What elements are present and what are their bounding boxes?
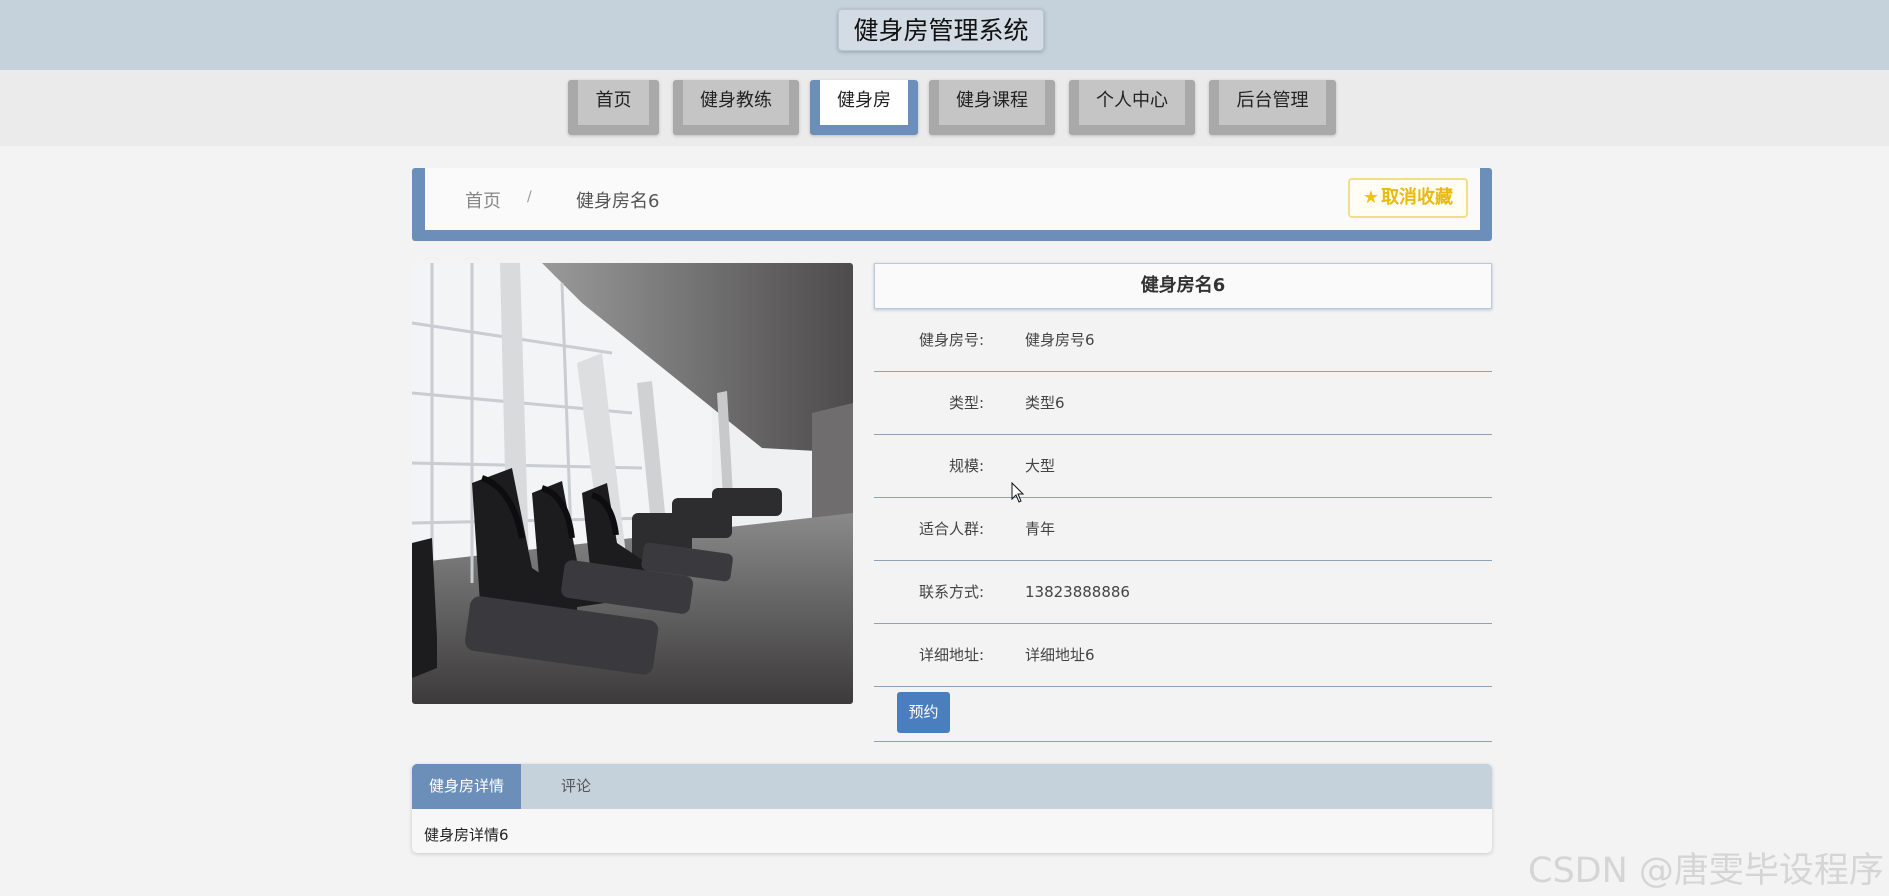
gym-name-heading: 健身房名6 [874, 263, 1492, 309]
field-value: 详细地址6 [1025, 646, 1095, 664]
nav-item-home[interactable]: 首页 [568, 80, 659, 135]
field-label: 详细地址: [918, 646, 984, 664]
nav-item-label: 健身教练 [683, 80, 789, 125]
mouse-cursor-icon [1011, 482, 1025, 503]
nav-item-label: 个人中心 [1079, 80, 1185, 125]
field-value: 类型6 [1025, 394, 1065, 412]
breadcrumb-separator: / [527, 189, 532, 205]
field-value: 青年 [1025, 520, 1056, 538]
main-nav: 首页 健身教练 健身房 健身课程 个人中心 后台管理 [0, 70, 1889, 146]
nav-item-courses[interactable]: 健身课程 [929, 80, 1055, 135]
action-row: 预约 [874, 687, 1492, 742]
nav-item-gyms[interactable]: 健身房 [810, 80, 918, 135]
field-value: 大型 [1025, 457, 1056, 475]
nav-item-coaches[interactable]: 健身教练 [673, 80, 799, 135]
field-label: 规模: [948, 457, 984, 475]
nav-item-profile[interactable]: 个人中心 [1069, 80, 1195, 135]
tab-content: 健身房详情6 [424, 826, 509, 844]
info-row-address: 详细地址: 详细地址6 [874, 624, 1492, 687]
info-row-gym-number: 健身房号: 健身房号6 [874, 309, 1492, 372]
tab-gym-detail[interactable]: 健身房详情 [412, 764, 521, 809]
unfavorite-button[interactable]: ★ 取消收藏 [1348, 178, 1468, 218]
info-row-type: 类型: 类型6 [874, 372, 1492, 435]
tab-header: 健身房详情 评论 [412, 764, 1492, 809]
field-value: 13823888886 [1025, 583, 1130, 601]
breadcrumb-inner: 首页 / 健身房名6 ★ 取消收藏 [425, 168, 1480, 230]
field-label: 类型: [948, 394, 984, 412]
watermark: CSDN @唐雯毕设程序 [1528, 851, 1884, 891]
nav-item-label: 健身房 [820, 80, 908, 125]
nav-item-admin[interactable]: 后台管理 [1209, 80, 1336, 135]
book-button[interactable]: 预约 [897, 692, 950, 733]
gym-photo [412, 263, 853, 704]
info-row-scale: 规模: 大型 [874, 435, 1492, 498]
nav-item-label: 健身课程 [939, 80, 1045, 125]
star-icon: ★ [1362, 187, 1380, 208]
site-title: 健身房管理系统 [838, 9, 1044, 51]
field-label: 联系方式: [918, 583, 984, 601]
nav-item-label: 首页 [578, 80, 649, 125]
top-header: 健身房管理系统 [0, 0, 1889, 70]
tab-comments[interactable]: 评论 [521, 764, 631, 809]
field-label: 健身房号: [918, 331, 984, 349]
field-value: 健身房号6 [1025, 331, 1095, 349]
nav-item-label: 后台管理 [1219, 80, 1326, 125]
detail-tabs: 健身房详情 评论 健身房详情6 [412, 764, 1492, 853]
info-row-audience: 适合人群: 青年 [874, 498, 1492, 561]
info-row-contact: 联系方式: 13823888886 [874, 561, 1492, 624]
field-label: 适合人群: [918, 520, 984, 538]
breadcrumb: 首页 / 健身房名6 ★ 取消收藏 [412, 168, 1492, 241]
breadcrumb-home-link[interactable]: 首页 [465, 187, 501, 213]
unfavorite-label: 取消收藏 [1381, 187, 1454, 208]
breadcrumb-current: 健身房名6 [576, 191, 660, 212]
